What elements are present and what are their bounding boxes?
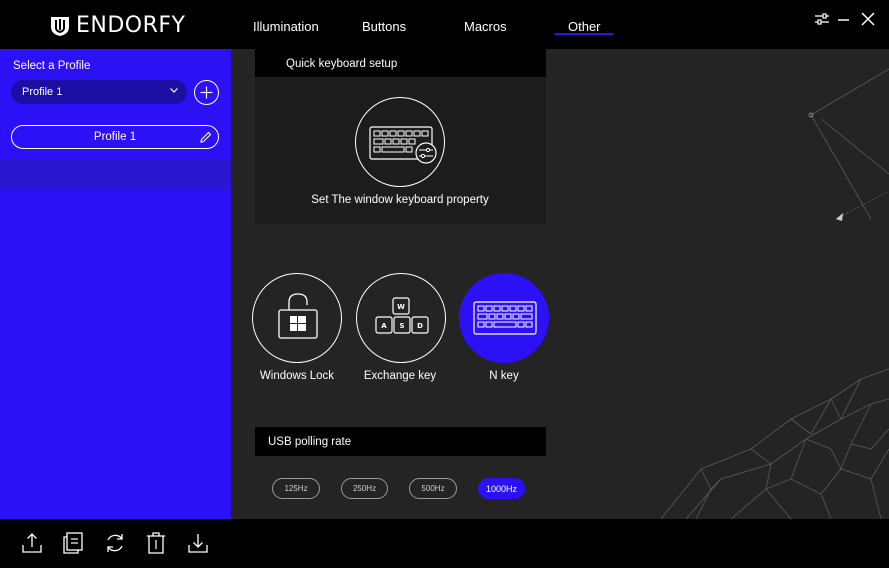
settings-sliders-icon[interactable] [814,11,830,27]
n-key-label: N key [489,370,519,382]
exchange-key-label: Exchange key [363,370,437,382]
chevron-down-icon [170,88,178,93]
select-profile-label: Select a Profile [13,60,91,72]
refresh-icon[interactable] [104,531,126,555]
keyboard-settings-icon [369,126,437,164]
add-profile-button[interactable] [194,80,219,105]
quick-setup-panel: Set The window keyboard property [255,77,546,224]
brand-name: ENDORFY [76,13,186,38]
active-tab-indicator [554,33,614,35]
endorfy-logo-icon [51,16,69,36]
profile-name-label: Profile 1 [93,131,137,143]
download-icon[interactable] [187,531,209,555]
main-content: Quick keyboard setup Set The window keyb… [231,49,889,519]
exchange-key-button[interactable]: W A S D [356,273,446,363]
usb-polling-title: USB polling rate [268,435,352,448]
profile-sidebar: Select a Profile Profile 1 Profile 1 [0,49,231,519]
windows-lock-button[interactable] [252,273,342,363]
tab-illumination[interactable]: Illumination [253,19,319,34]
polling-125hz-button[interactable]: 125Hz [272,478,320,499]
window-keyboard-property-button[interactable] [355,97,445,187]
svg-text:D: D [417,322,423,330]
unlocked-padlock-windows-icon [278,293,318,339]
upload-icon[interactable] [21,531,43,555]
polling-500hz-button[interactable]: 500Hz [409,478,457,499]
profile-name-button[interactable]: Profile 1 [11,125,219,149]
usb-polling-header: USB polling rate [255,427,546,456]
document-icon[interactable] [62,531,84,555]
window-keyboard-property-label: Set The window keyboard property [311,194,489,206]
bottom-toolbar [0,519,889,568]
polling-250hz-button[interactable]: 250Hz [341,478,388,499]
pencil-edit-icon[interactable] [198,130,213,145]
quick-setup-header: Quick keyboard setup [255,49,546,78]
n-key-button[interactable] [459,273,549,363]
plus-icon [200,86,213,99]
title-bar: ENDORFY Illumination Buttons Macros Othe… [0,0,889,49]
svg-text:S: S [399,322,404,330]
profile-dropdown[interactable]: Profile 1 [11,80,187,104]
minimize-icon[interactable] [836,11,852,27]
delete-icon[interactable] [145,531,167,555]
profile-dropdown-value: Profile 1 [22,86,63,98]
tab-buttons[interactable]: Buttons [362,19,406,34]
tab-other[interactable]: Other [568,19,601,34]
polling-1000hz-button[interactable]: 1000Hz [478,478,525,499]
close-icon[interactable] [860,11,876,27]
tab-macros[interactable]: Macros [464,19,507,34]
svg-text:W: W [397,303,405,311]
brand-logo: ENDORFY [50,13,186,38]
quick-setup-title: Quick keyboard setup [286,57,398,70]
sidebar-active-row[interactable] [0,160,231,189]
keyboard-icon [473,301,537,335]
wasd-keys-icon: W A S D [375,297,429,334]
windows-lock-label: Windows Lock [259,370,335,382]
svg-text:A: A [381,322,387,330]
